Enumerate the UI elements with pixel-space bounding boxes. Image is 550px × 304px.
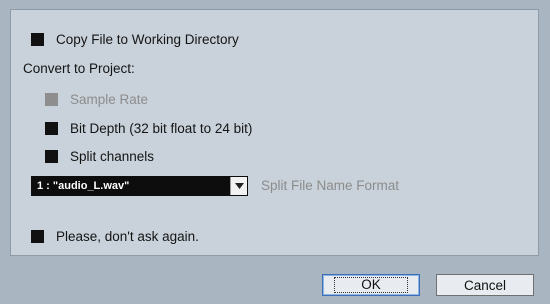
split-file-name-format-select[interactable]: 1 : "audio_L.wav" xyxy=(31,176,248,196)
split-channels-checkbox[interactable]: Split channels xyxy=(45,149,154,164)
ok-button-label: OK xyxy=(334,277,408,293)
chevron-down-icon xyxy=(234,183,244,189)
bit-depth-label: Bit Depth (32 bit float to 24 bit) xyxy=(70,121,253,136)
cancel-button-label: Cancel xyxy=(463,277,507,293)
dont-ask-again-checkbox[interactable]: Please, don't ask again. xyxy=(31,229,199,244)
select-value: 1 : "audio_L.wav" xyxy=(37,180,130,192)
split-file-name-format-label: Split File Name Format xyxy=(261,178,400,193)
cancel-button[interactable]: Cancel xyxy=(436,274,534,296)
checkbox-box[interactable] xyxy=(31,230,44,243)
split-channels-label: Split channels xyxy=(70,149,155,164)
copy-file-checkbox[interactable]: Copy File to Working Directory xyxy=(31,32,239,47)
bit-depth-checkbox[interactable]: Bit Depth (32 bit float to 24 bit) xyxy=(45,121,252,136)
copy-file-label: Copy File to Working Directory xyxy=(56,32,239,47)
dont-ask-again-label: Please, don't ask again. xyxy=(56,229,199,244)
checkbox-box[interactable] xyxy=(31,33,44,46)
checkbox-box xyxy=(45,93,58,106)
sample-rate-label: Sample Rate xyxy=(70,92,149,107)
checkbox-box[interactable] xyxy=(45,150,58,163)
dialog-top-edge xyxy=(0,0,550,9)
checkbox-box[interactable] xyxy=(45,122,58,135)
ok-button[interactable]: OK xyxy=(322,274,420,296)
sample-rate-checkbox: Sample Rate xyxy=(45,92,148,107)
convert-to-project-heading: Convert to Project: xyxy=(23,61,135,76)
dropdown-button[interactable] xyxy=(230,177,247,195)
